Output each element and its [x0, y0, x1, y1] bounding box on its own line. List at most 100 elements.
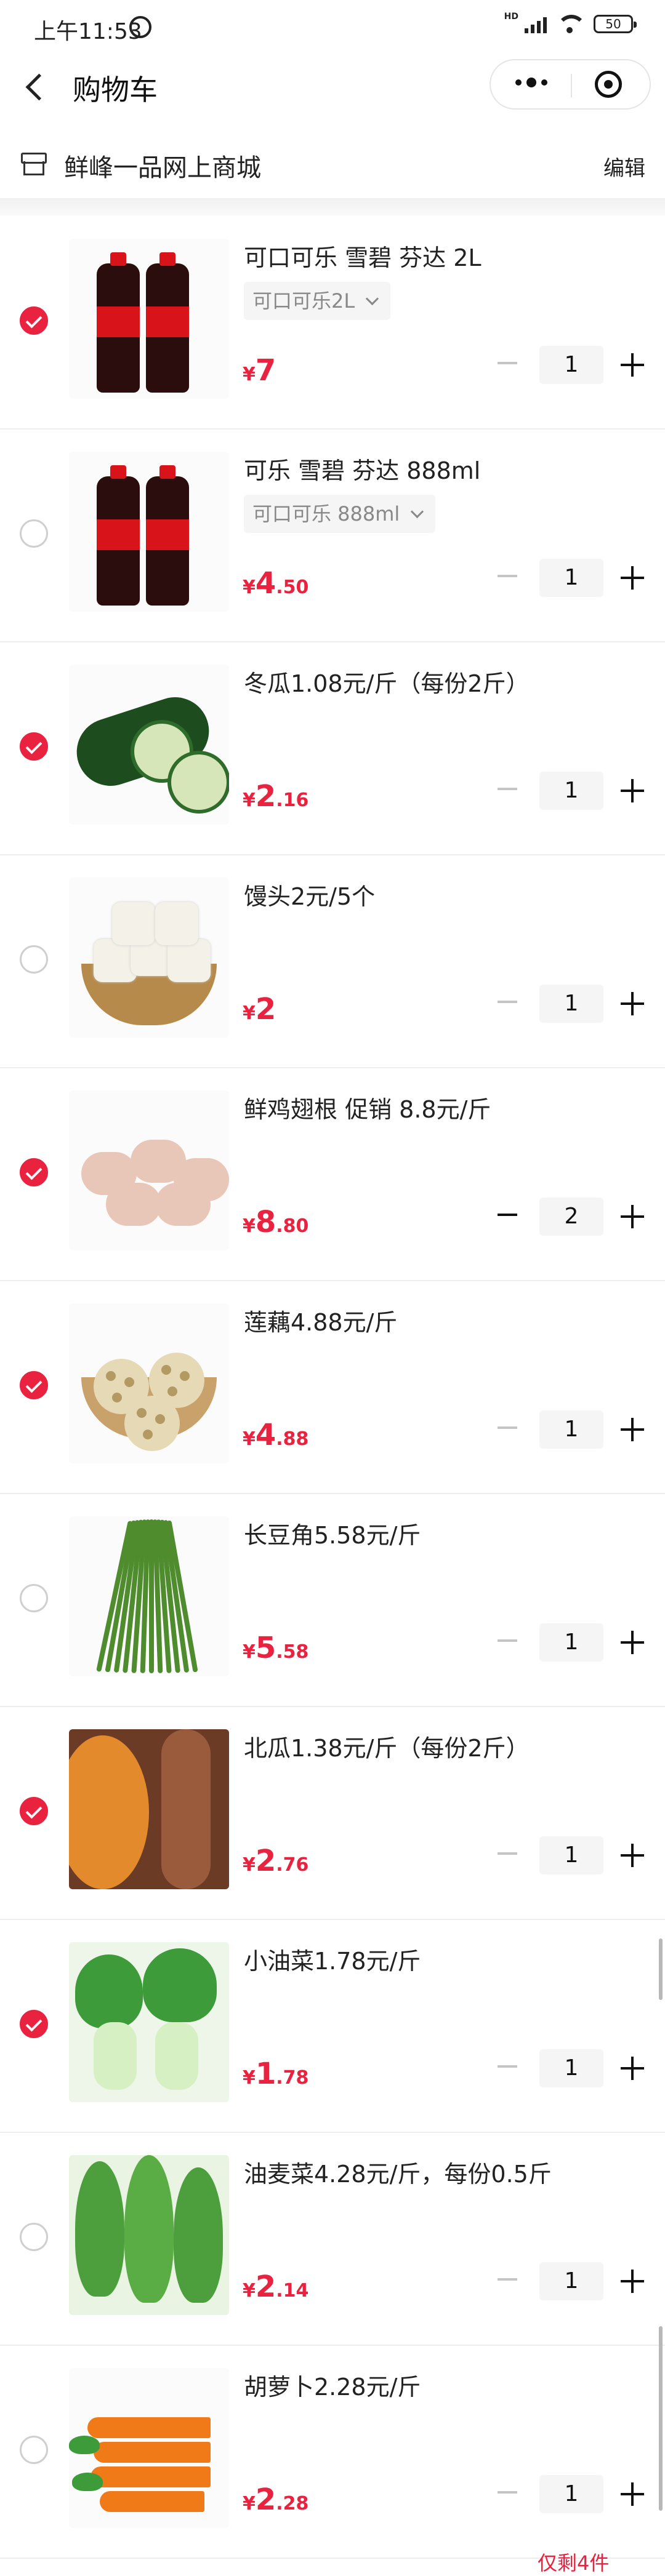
price-integer: 5 — [255, 1631, 276, 1665]
decrease-quantity-button[interactable] — [498, 1001, 517, 1003]
battery-level: 50 — [605, 17, 621, 31]
select-checkbox[interactable] — [20, 2223, 48, 2251]
select-checkbox[interactable] — [20, 1797, 48, 1825]
quantity-input[interactable]: 1 — [539, 772, 603, 810]
quantity-input[interactable]: 1 — [539, 2475, 603, 2513]
cola-bottles-image[interactable] — [69, 239, 229, 399]
decrease-quantity-button[interactable] — [498, 1214, 517, 1216]
decrease-quantity-button[interactable] — [498, 575, 517, 577]
close-miniprogram-icon[interactable] — [595, 71, 622, 98]
increase-quantity-button[interactable] — [621, 2057, 644, 2080]
product-name[interactable]: 长豆角5.58元/斤 — [244, 1516, 421, 1550]
product-name[interactable]: 馒头2元/5个 — [244, 878, 375, 911]
quantity-input[interactable]: 1 — [539, 559, 603, 597]
back-arrow-icon[interactable] — [25, 73, 53, 101]
decrease-quantity-button[interactable] — [498, 788, 517, 790]
carrots-image[interactable] — [69, 2368, 229, 2528]
cola-bottles-image[interactable] — [69, 452, 229, 612]
select-checkbox[interactable] — [20, 2436, 48, 2464]
price-integer: 7 — [255, 353, 276, 388]
increase-quantity-button[interactable] — [621, 1418, 644, 1441]
scrollbar-track[interactable] — [659, 2326, 663, 2511]
price-integer: 4 — [255, 1418, 276, 1452]
more-options-icon[interactable] — [515, 78, 547, 87]
increase-quantity-button[interactable] — [621, 1205, 644, 1228]
price: ¥2.14 — [243, 2270, 308, 2304]
price-integer: 2 — [255, 2270, 276, 2304]
increase-quantity-button[interactable] — [621, 2482, 644, 2506]
quantity-input[interactable]: 1 — [539, 1410, 603, 1449]
shop-name[interactable]: 鲜峰一品网上商城 — [64, 148, 261, 183]
quantity-input[interactable]: 1 — [539, 2262, 603, 2300]
increase-quantity-button[interactable] — [621, 779, 644, 802]
product-name[interactable]: 冬瓜1.08元/斤（每份2斤） — [244, 665, 530, 698]
quantity-input[interactable]: 1 — [539, 985, 603, 1023]
price-integer: 2 — [255, 992, 276, 1026]
lotus-root-image[interactable] — [69, 1303, 229, 1463]
product-name[interactable]: 莲藕4.88元/斤 — [244, 1303, 397, 1337]
pumpkin-image[interactable] — [69, 1729, 229, 1889]
price-integer: 2 — [255, 2482, 276, 2517]
price-decimal: .80 — [276, 1215, 309, 1237]
select-checkbox[interactable] — [20, 1158, 48, 1186]
decrease-quantity-button[interactable] — [498, 1426, 517, 1429]
spec-selector[interactable]: 可口可乐 888ml — [244, 495, 436, 533]
select-checkbox[interactable] — [20, 732, 48, 761]
currency-symbol: ¥ — [243, 1002, 256, 1024]
product-name[interactable]: 北瓜1.38元/斤（每份2斤） — [244, 1729, 530, 1763]
select-checkbox[interactable] — [20, 1584, 48, 1612]
select-checkbox[interactable] — [20, 519, 48, 548]
increase-quantity-button[interactable] — [621, 992, 644, 1015]
quantity-input[interactable]: 1 — [539, 1623, 603, 1662]
decrease-quantity-button[interactable] — [498, 2491, 517, 2494]
increase-quantity-button[interactable] — [621, 1631, 644, 1654]
increase-quantity-button[interactable] — [621, 2270, 644, 2293]
long-beans-image[interactable] — [69, 1516, 229, 1676]
edit-button[interactable]: 编辑 — [603, 151, 645, 182]
price: ¥4.50 — [243, 566, 308, 601]
price-decimal: .58 — [276, 1641, 309, 1663]
price: ¥2 — [243, 992, 276, 1026]
select-checkbox[interactable] — [20, 2010, 48, 2038]
select-checkbox[interactable] — [20, 306, 48, 335]
decrease-quantity-button[interactable] — [498, 1852, 517, 1855]
select-checkbox[interactable] — [20, 1371, 48, 1399]
steamed-buns-image[interactable] — [69, 878, 229, 1038]
winter-melon-image[interactable] — [69, 665, 229, 825]
alarm-icon — [129, 16, 151, 38]
product-name[interactable]: 可口可乐 雪碧 芬达 2L — [244, 239, 482, 273]
product-name[interactable]: 可乐 雪碧 芬达 888ml — [244, 452, 480, 486]
network-type-label: HD — [504, 12, 518, 22]
price: ¥1.78 — [243, 2057, 308, 2091]
product-name[interactable]: 鲜鸡翅根 促销 8.8元/斤 — [244, 1090, 491, 1124]
product-name[interactable]: 油麦菜4.28元/斤，每份0.5斤 — [244, 2155, 552, 2189]
price-integer: 4 — [255, 566, 276, 601]
quantity-input[interactable]: 1 — [539, 346, 603, 384]
decrease-quantity-button[interactable] — [498, 2065, 517, 2068]
cart-item: 冬瓜1.08元/斤（每份2斤） ¥2.16 1 — [0, 642, 665, 855]
product-name[interactable]: 胡萝卜2.28元/斤 — [244, 2368, 421, 2402]
battery-icon: 50 — [594, 15, 637, 33]
decrease-quantity-button[interactable] — [498, 2278, 517, 2281]
spec-selector[interactable]: 可口可乐2L — [244, 282, 391, 320]
price-integer: 8 — [255, 1205, 276, 1239]
quantity-input[interactable]: 1 — [539, 2049, 603, 2087]
quantity-input[interactable]: 2 — [539, 1198, 603, 1236]
chicken-drumettes-image[interactable] — [69, 1090, 229, 1250]
cart-item: 北瓜1.38元/斤（每份2斤） ¥2.76 1 — [0, 1707, 665, 1920]
increase-quantity-button[interactable] — [621, 566, 644, 590]
decrease-quantity-button[interactable] — [498, 1639, 517, 1642]
price: ¥2.28 — [243, 2482, 308, 2517]
increase-quantity-button[interactable] — [621, 1844, 644, 1867]
scrollbar-thumb[interactable] — [659, 1938, 663, 2000]
quantity-input[interactable]: 1 — [539, 1836, 603, 1874]
signal-icon — [525, 15, 547, 33]
store-icon — [21, 153, 47, 176]
decrease-quantity-button[interactable] — [498, 362, 517, 364]
bok-choy-image[interactable] — [69, 1942, 229, 2102]
product-name[interactable]: 小油菜1.78元/斤 — [244, 1942, 421, 1976]
select-checkbox[interactable] — [20, 945, 48, 974]
increase-quantity-button[interactable] — [621, 353, 644, 377]
stock-limit-note: 仅剩4件 — [538, 2551, 610, 2575]
lettuce-image[interactable] — [69, 2155, 229, 2315]
